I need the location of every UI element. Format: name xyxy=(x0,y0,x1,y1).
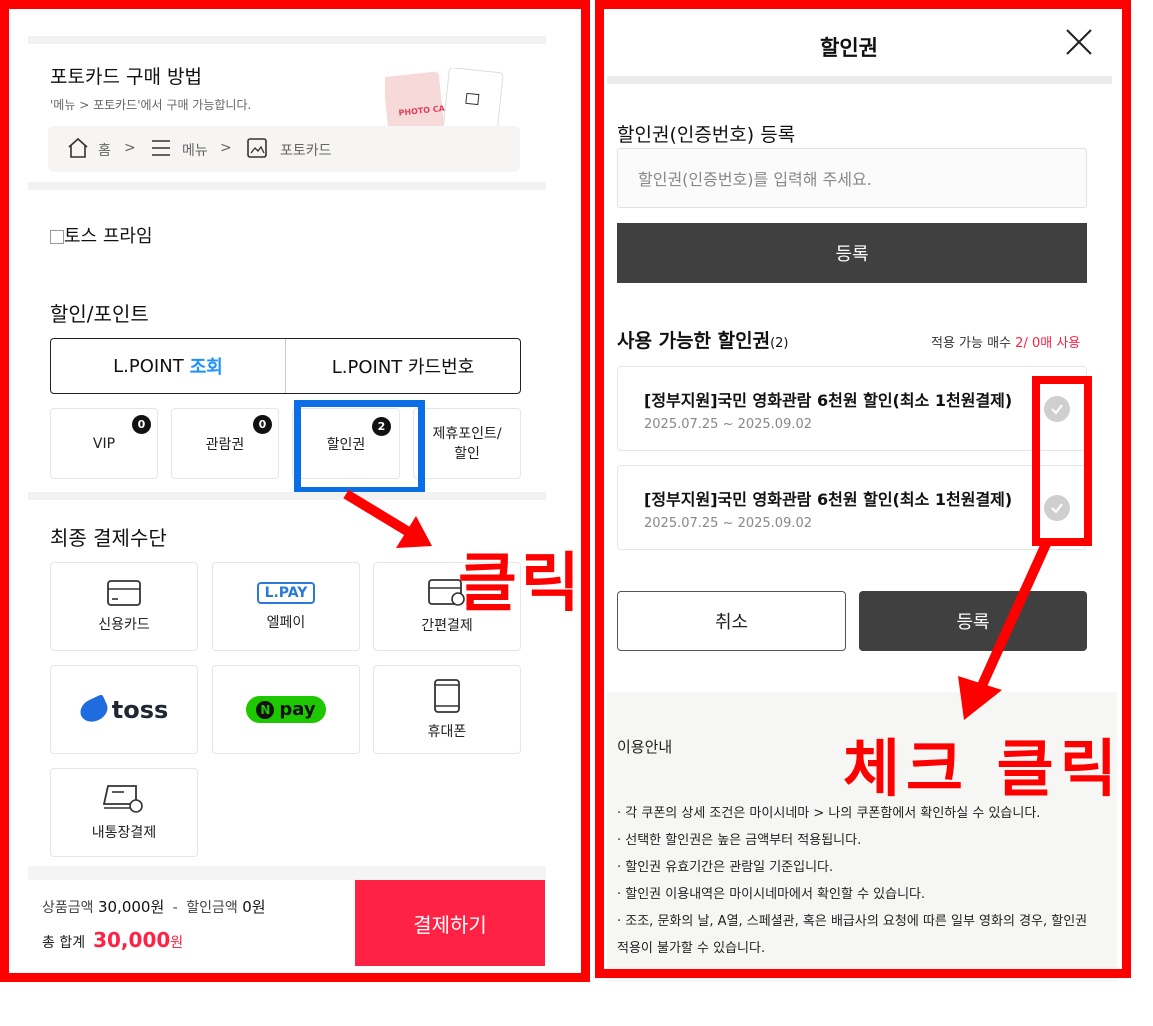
breadcrumb: 홈 > 메뉴 > 포토카드 xyxy=(48,126,520,172)
check-icon[interactable] xyxy=(1044,396,1070,422)
toss-prime-alt-text: 토스 프라임 xyxy=(64,226,153,247)
footer-amounts: 상품금액 30,000원 - 할인금액 0원 xyxy=(42,896,266,917)
footer-total: 총 합계 30,000원 xyxy=(42,928,183,952)
available-title-text: 사용 가능한 할인권 xyxy=(617,330,771,352)
toss-logo: toss xyxy=(76,693,169,726)
click-annotation: 클릭 xyxy=(458,547,584,621)
npay-logo: Npay xyxy=(246,696,326,723)
product-amount: 30,000원 xyxy=(97,898,165,916)
arrow-annotation xyxy=(343,489,432,548)
coupon-modal: 할인권 할인권(인증번호) 등록 할인권(인증번호)를 입력해 주세요. 등록 … xyxy=(595,0,1133,990)
pay-bank-account[interactable]: 내통장결제 xyxy=(50,768,198,857)
toss-prime-banner[interactable]: 토스 프라임 xyxy=(50,222,153,248)
npay-logo-text: pay xyxy=(279,699,316,720)
divider xyxy=(28,36,546,44)
coupon-period: 2025.07.25 ~ 2025.09.02 xyxy=(644,516,813,531)
discount-amount: 0원 xyxy=(242,898,266,916)
breadcrumb-separator: > xyxy=(124,140,136,156)
toss-mark-icon xyxy=(76,693,112,726)
count-badge: 0 xyxy=(253,415,272,434)
photocard-howto-subtitle: '메뉴 > 포토카드'에서 구매 가능합니다. xyxy=(50,98,252,112)
lpoint-card-number-button[interactable]: L.POINT 카드번호 xyxy=(285,339,520,393)
coupon-code-input[interactable]: 할인권(인증번호)를 입력해 주세요. xyxy=(617,148,1087,208)
check-click-annotation: 체크 클릭 xyxy=(843,732,1123,805)
lpoint-lookup-label: L.POINT xyxy=(113,355,184,377)
available-coupons-title: 사용 가능한 할인권(2) xyxy=(617,326,789,353)
pay-lpay-label: 엘페이 xyxy=(266,614,306,631)
arrow-annotation xyxy=(958,541,1051,720)
home-icon xyxy=(66,136,90,164)
discount-partner-points[interactable]: 제휴포인트/ 할인 xyxy=(413,408,521,479)
pay-mobile-label: 휴대폰 xyxy=(427,723,467,740)
breadcrumb-home: 홈 xyxy=(98,143,111,159)
menu-icon xyxy=(150,137,172,163)
check-icon[interactable] xyxy=(1044,495,1070,521)
discount-ticket-label: 관람권 xyxy=(205,436,245,453)
product-amount-label: 상품금액 xyxy=(42,900,94,916)
minus-sign: - xyxy=(172,900,178,916)
divider xyxy=(28,182,546,190)
discount-section-title: 할인/포인트 xyxy=(50,302,149,326)
count-badge: 0 xyxy=(132,415,151,434)
coupon-item[interactable]: [정부지원]국민 영화관람 6천원 할인(최소 1천원결제) 2025.07.2… xyxy=(617,366,1087,451)
coupon-register-label: 할인권(인증번호) 등록 xyxy=(617,124,796,146)
discount-vip[interactable]: VIP 0 xyxy=(50,408,158,479)
broken-image-icon xyxy=(50,230,64,244)
lpay-logo: L.PAY xyxy=(256,581,316,604)
pay-toss[interactable]: toss xyxy=(50,665,198,754)
info-item: · 조조, 문화의 날, A열, 스페셜관, 혹은 배급사의 요청에 따른 일부… xyxy=(617,914,1088,956)
bank-account-icon xyxy=(102,784,143,813)
lpoint-lookup-button[interactable]: L.POINT 조회 xyxy=(51,339,285,393)
footer-shadow xyxy=(28,866,546,880)
breadcrumb-menu: 메뉴 xyxy=(182,143,208,159)
apply-count: 적용 가능 매수 2/ 0매 사용 xyxy=(931,332,1080,351)
info-title: 이용안내 xyxy=(617,738,673,756)
pay-button[interactable]: 결제하기 xyxy=(355,880,545,966)
divider xyxy=(607,76,1112,84)
lpoint-lookup-action: 조회 xyxy=(189,357,223,378)
apply-count-label: 적용 가능 매수 xyxy=(931,336,1012,351)
available-count: (2) xyxy=(770,336,789,351)
breadcrumb-separator: > xyxy=(220,140,232,156)
total-label: 총 합계 xyxy=(42,935,86,951)
coupon-name: [정부지원]국민 영화관람 6천원 할인(최소 1천원결제) xyxy=(644,490,1013,509)
modal-title: 할인권 xyxy=(820,36,878,60)
info-item: · 선택한 할인권은 높은 금액부터 적용됩니다. xyxy=(617,833,862,848)
close-icon[interactable] xyxy=(1065,28,1093,56)
register-button[interactable]: 등록 xyxy=(617,223,1087,283)
discount-ticket[interactable]: 관람권 0 xyxy=(171,408,279,479)
pay-lpay[interactable]: L.PAY 엘페이 xyxy=(212,562,360,651)
info-item: · 할인권 유효기간은 관람일 기준입니다. xyxy=(617,860,834,875)
pay-npay[interactable]: Npay xyxy=(212,665,360,754)
pay-credit-card[interactable]: 신용카드 xyxy=(50,562,198,651)
pay-credit-card-label: 신용카드 xyxy=(98,616,150,633)
cancel-button[interactable]: 취소 xyxy=(617,591,846,651)
pay-bank-account-label: 내통장결제 xyxy=(91,824,157,841)
photocard-icon xyxy=(246,137,268,163)
discount-partner-label: 제휴포인트/ 할인 xyxy=(432,425,502,462)
payment-section-title: 최종 결제수단 xyxy=(50,526,167,550)
total-amount: 30,000 xyxy=(93,928,171,952)
divider xyxy=(28,492,546,500)
toss-logo-text: toss xyxy=(111,695,169,724)
discount-vip-label: VIP xyxy=(92,435,116,452)
highlight-box xyxy=(294,400,425,494)
discount-amount-label: 할인금액 xyxy=(186,900,238,916)
breadcrumb-photocard: 포토카드 xyxy=(280,143,332,159)
coupon-item[interactable]: [정부지원]국민 영화관람 6천원 할인(최소 1천원결제) 2025.07.2… xyxy=(617,465,1087,550)
lpoint-group: L.POINT 조회 L.POINT 카드번호 xyxy=(50,338,521,394)
mobile-phone-icon xyxy=(434,678,460,713)
info-item: · 할인권 이용내역은 마이시네마에서 확인할 수 있습니다. xyxy=(617,887,926,902)
info-list: · 각 쿠폰의 상세 조건은 마이시네마 > 나의 쿠폰함에서 확인하실 수 있… xyxy=(617,800,1097,962)
photocard-howto-title: 포토카드 구매 방법 xyxy=(50,66,202,88)
pay-mobile[interactable]: 휴대폰 xyxy=(373,665,521,754)
total-unit: 원 xyxy=(170,935,184,951)
apply-count-value: 2/ 0매 사용 xyxy=(1015,336,1081,351)
npay-n-mark: N xyxy=(256,700,275,719)
coupon-name: [정부지원]국민 영화관람 6천원 할인(최소 1천원결제) xyxy=(644,391,1013,410)
payment-screen: 포토카드 구매 방법 '메뉴 > 포토카드'에서 구매 가능합니다. PHOTO… xyxy=(0,0,590,985)
credit-card-icon xyxy=(107,579,141,606)
coupon-period: 2025.07.25 ~ 2025.09.02 xyxy=(644,417,813,432)
